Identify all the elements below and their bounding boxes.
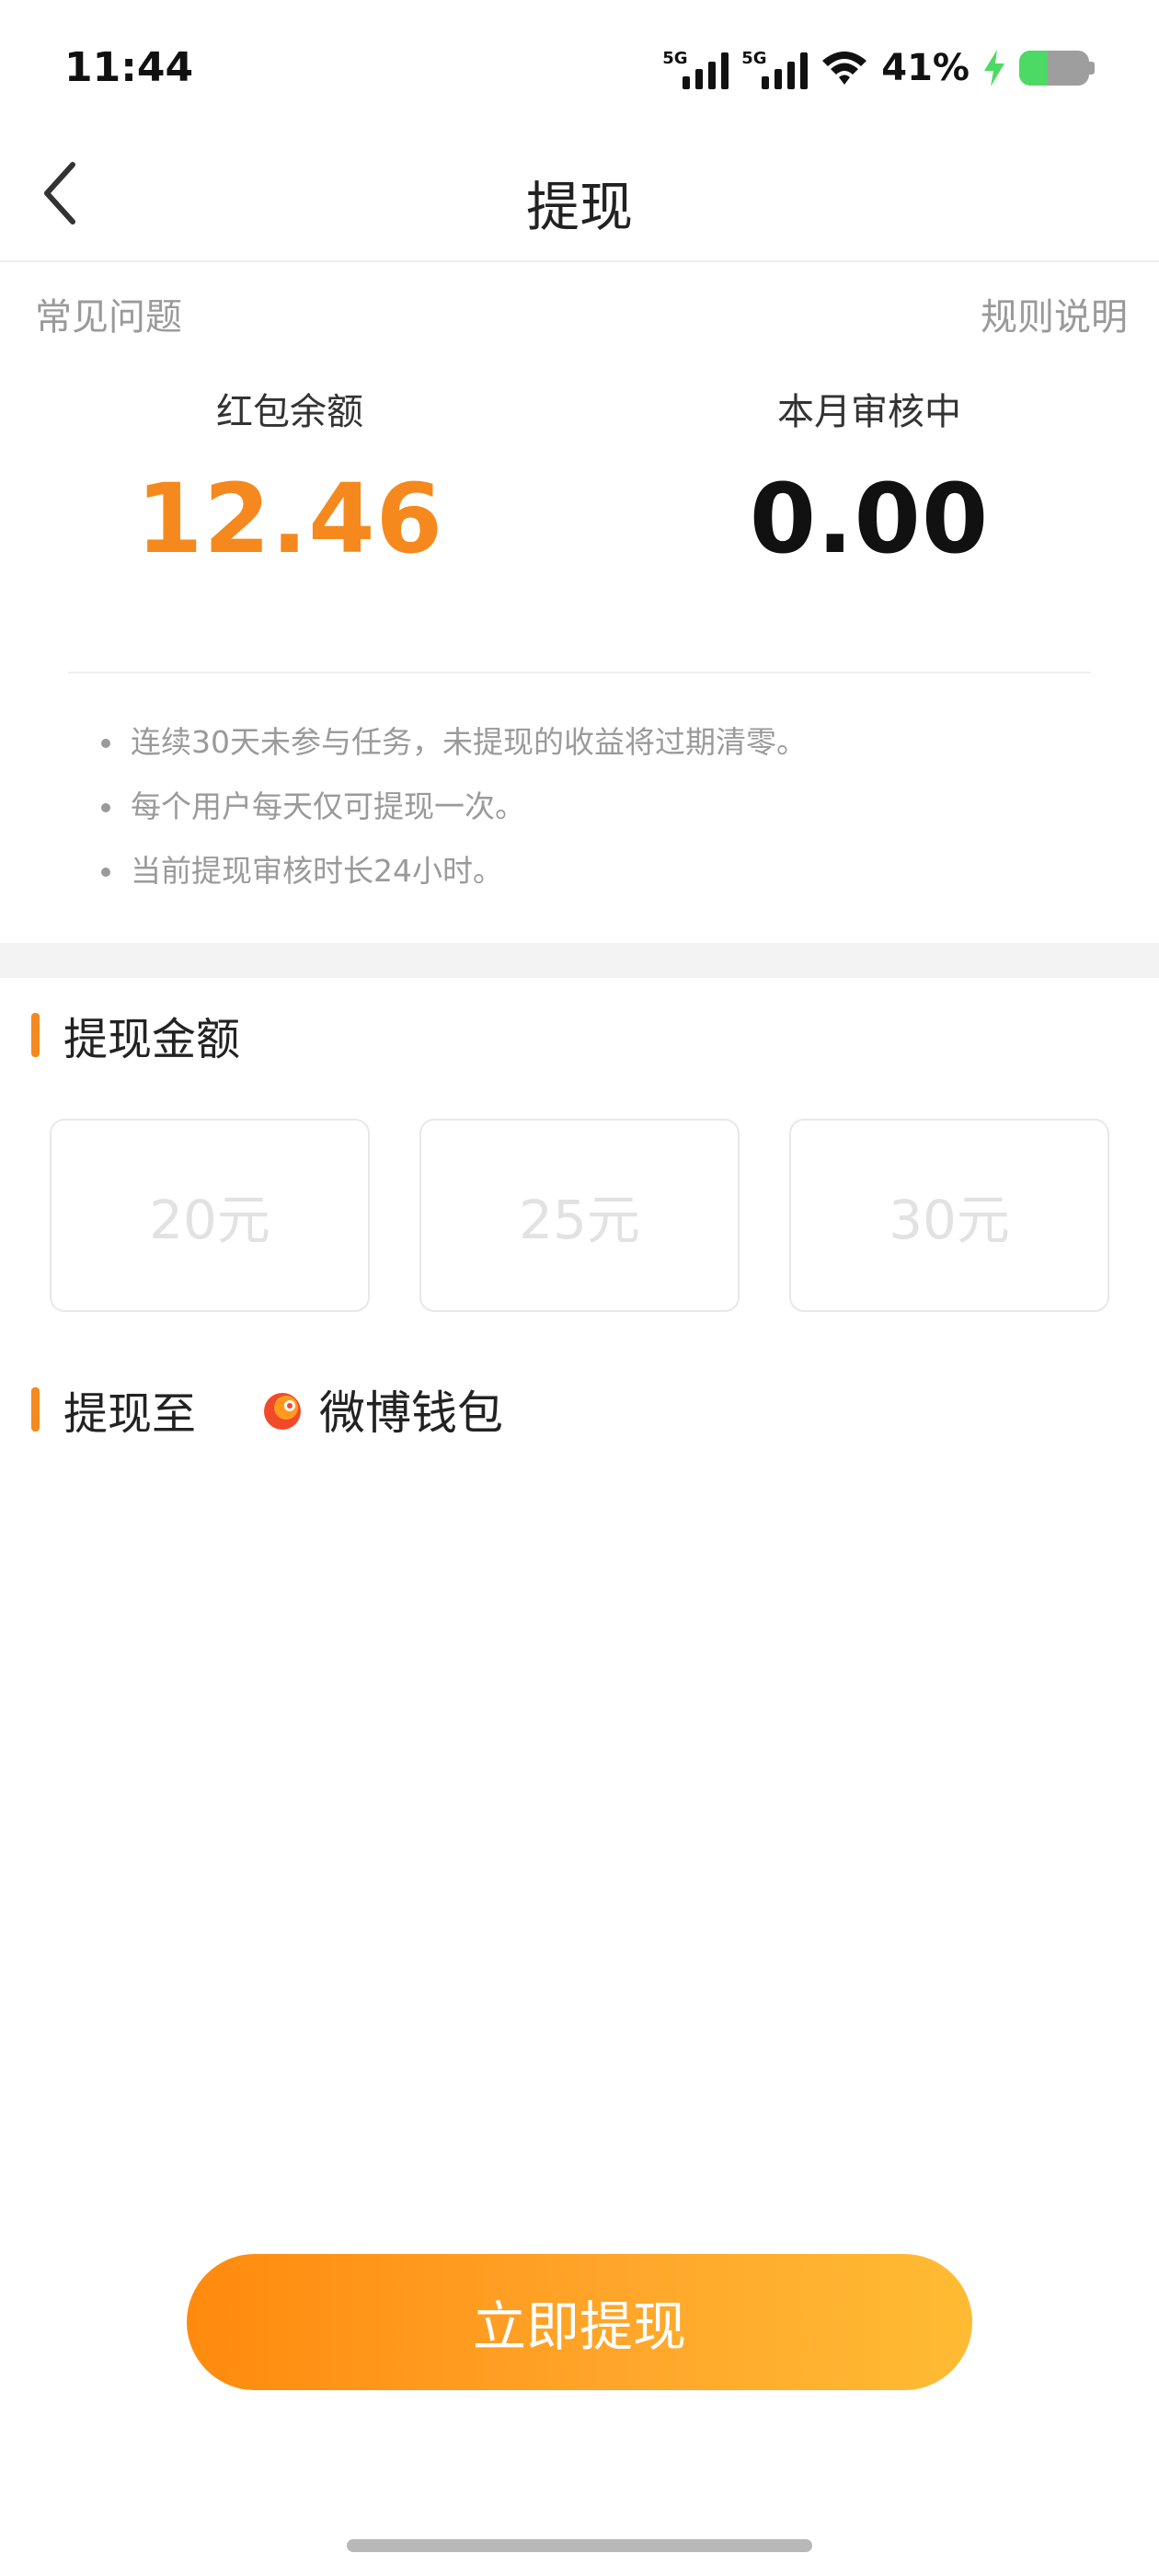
destination-section-title: 提现至	[63, 1388, 197, 1440]
note-item: 每个用户每天仅可提现一次。	[101, 784, 807, 848]
destination-section-header: 提现至 微博钱包	[31, 1376, 503, 1443]
red-packet-balance-label: 红包余额	[216, 391, 363, 433]
help-links: 常见问题 规则说明	[0, 287, 1159, 342]
status-icons: 5G 5G 41%	[662, 40, 1095, 96]
nav-bar: 提现	[0, 138, 1159, 262]
page-title: 提现	[525, 176, 633, 238]
network-type-label: 5G	[662, 49, 688, 68]
section-accent-bar	[31, 1013, 40, 1057]
amount-section-header: 提现金额	[31, 1003, 240, 1067]
battery-percent: 41%	[881, 47, 970, 89]
signal-icon: 5G	[741, 47, 809, 89]
network-type-label: 5G	[741, 49, 767, 68]
home-indicator[interactable]	[347, 2539, 812, 2552]
divider	[68, 672, 1091, 673]
amount-option-20[interactable]: 20元	[50, 1119, 370, 1312]
reviewing-balance-value: 0.00	[749, 463, 990, 575]
wallet-name: 微博钱包	[319, 1386, 504, 1440]
amount-options: 20元 25元 30元	[50, 1119, 1111, 1312]
wifi-icon	[822, 52, 867, 85]
status-time: 11:44	[64, 44, 194, 91]
weibo-wallet-icon	[264, 1393, 302, 1430]
reviewing-balance-label: 本月审核中	[777, 391, 961, 433]
notes-list: 连续30天未参与任务，未提现的收益将过期清零。 每个用户每天仅可提现一次。 当前…	[101, 719, 807, 913]
note-item: 当前提现审核时长24小时。	[101, 848, 807, 913]
amount-section-title: 提现金额	[63, 1014, 241, 1065]
section-accent-bar	[31, 1387, 40, 1432]
amount-option-30[interactable]: 30元	[789, 1119, 1109, 1312]
rules-link[interactable]: 规则说明	[981, 287, 1128, 340]
battery-icon	[1019, 51, 1095, 86]
wallet-option[interactable]: 微博钱包	[262, 1376, 503, 1443]
faq-link[interactable]: 常见问题	[35, 287, 182, 340]
status-bar: 11:44 5G 5G 41%	[0, 0, 1159, 138]
signal-icon: 5G	[662, 47, 729, 89]
amount-option-25[interactable]: 25元	[419, 1119, 740, 1312]
reviewing-balance: 本月审核中 0.00	[676, 382, 1062, 575]
note-item: 连续30天未参与任务，未提现的收益将过期清零。	[101, 719, 807, 784]
red-packet-balance-value: 12.46	[136, 463, 443, 575]
charging-bolt-icon	[984, 50, 1004, 86]
red-packet-balance: 红包余额 12.46	[97, 382, 483, 575]
withdraw-now-button[interactable]: 立即提现	[187, 2254, 972, 2390]
section-separator	[0, 943, 1159, 978]
